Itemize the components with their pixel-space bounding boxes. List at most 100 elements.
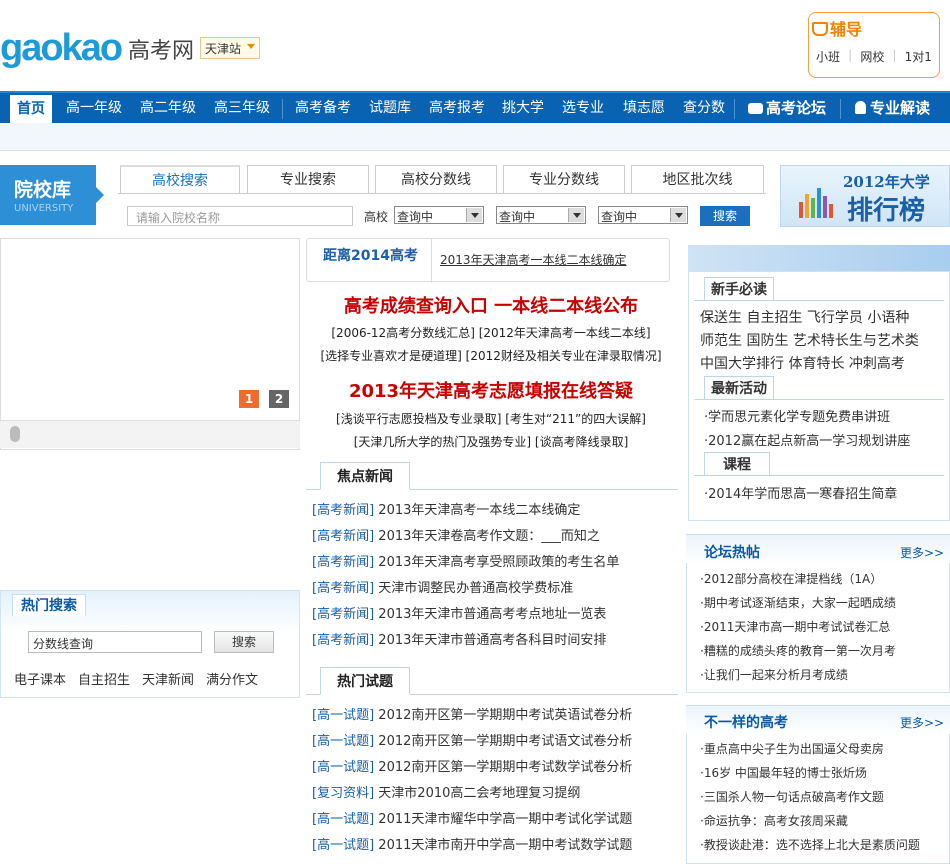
news-tag[interactable]: [高考新闻]	[312, 633, 374, 648]
exam-title[interactable]: 2011天津市耀华中学高一期中考试化学试题	[378, 812, 632, 827]
list-item[interactable]: [高考新闻] 2013年天津卷高考作文题：___而知之	[312, 524, 682, 550]
tutoring-link-small-class[interactable]: 小班	[816, 48, 840, 65]
nav-item-choose-school[interactable]: 挑大学	[502, 93, 544, 123]
news-title[interactable]: 2013年天津高考享受照顾政策的考生名单	[378, 555, 619, 570]
exam-tag[interactable]: [高一试题]	[312, 760, 374, 775]
newbie-links-row[interactable]: 保送生 自主招生 飞行学员 小语种	[700, 307, 909, 327]
list-item[interactable]: [高一试题] 2012南开区第一学期期中考试数学试卷分析	[312, 755, 682, 781]
tab-major-search[interactable]: 专业搜索	[247, 165, 369, 194]
headline-2-links[interactable]: [浅谈平行志愿投档及专业录取] [考生对“211”的四大误解]	[306, 410, 676, 427]
list-item[interactable]: ·期中考试逐渐结束，大家一起晒成绩	[700, 594, 896, 611]
school-name-input[interactable]: 请输入院校名称	[127, 206, 353, 226]
newbie-links-row[interactable]: 中国大学排行 体育特长 冲刺高考	[700, 353, 905, 373]
list-item[interactable]: ·三国杀人物一句话点破高考作文题	[700, 788, 884, 805]
different-more-link[interactable]: 更多>>	[900, 714, 944, 731]
headline-1[interactable]: 高考成绩查询入口 一本线二本线公布	[306, 292, 676, 318]
news-tag[interactable]: [高考新闻]	[312, 555, 374, 570]
hot-link-tianjin-news[interactable]: 天津新闻	[142, 669, 194, 688]
list-item[interactable]: ·2011天津市高一期中考试试卷汇总	[700, 618, 890, 635]
list-item[interactable]: [高一试题] 2011天津市南开中学高一期中考试数学试题	[312, 833, 682, 859]
news-title[interactable]: 天津市调整民办普通高校学费标准	[378, 581, 573, 596]
list-item[interactable]: [高考新闻] 2013年天津市普通高考各科目时间安排	[312, 628, 682, 654]
exam-tag[interactable]: [高一试题]	[312, 708, 374, 723]
exam-tag[interactable]: [高一试题]	[312, 812, 374, 827]
slider-page-2[interactable]: 2	[269, 390, 289, 408]
school-select-3[interactable]: 查询中	[598, 206, 688, 224]
nav-item-choose-major[interactable]: 选专业	[562, 93, 604, 123]
list-item[interactable]: [高考新闻] 天津市调整民办普通高校学费标准	[312, 576, 682, 602]
list-item[interactable]: [高考新闻] 2013年天津市普通高考考点地址一览表	[312, 602, 682, 628]
different-title[interactable]: 不一样的高考	[704, 712, 788, 732]
list-item[interactable]: ·2012赢在起点新高一学习规划讲座	[704, 430, 910, 449]
list-item[interactable]: ·糟糕的成绩头疼的教育一第一次月考	[700, 642, 896, 659]
news-tag[interactable]: [高考新闻]	[312, 503, 374, 518]
headline-1-links[interactable]: [选择专业喜欢才是硬道理] [2012财经及相关专业在津录取情况]	[306, 347, 676, 364]
list-item[interactable]: ·重点高中尖子生为出国逼父母卖房	[700, 740, 884, 757]
tutoring-link-online[interactable]: 网校	[860, 48, 884, 65]
exam-title[interactable]: 天津市2010高二会考地理复习提纲	[378, 786, 580, 801]
news-tag[interactable]: [高考新闻]	[312, 529, 374, 544]
list-item[interactable]: ·2012部分高校在津提档线（1A）	[700, 570, 882, 587]
list-item[interactable]: ·2014年学而思高一寒春招生简章	[704, 483, 897, 502]
exam-title[interactable]: 2011天津市南开中学高一期中考试数学试题	[378, 838, 632, 853]
exam-title[interactable]: 2012南开区第一学期期中考试语文试卷分析	[378, 734, 632, 749]
list-item[interactable]: [高一试题] 2011天津市耀华中学高一期中考试化学试题	[312, 807, 682, 833]
tab-region-batch[interactable]: 地区批次线	[631, 165, 764, 194]
nav-item-exams[interactable]: 试题库	[369, 93, 411, 123]
hot-link-essay[interactable]: 满分作文	[206, 669, 258, 688]
school-search-button[interactable]: 搜索	[700, 206, 750, 226]
site-logo-cn[interactable]: 高考网	[128, 33, 194, 65]
tab-major-score[interactable]: 专业分数线	[503, 165, 625, 194]
list-item[interactable]: ·命运抗争：高考女孩周采藏	[700, 812, 848, 829]
hot-link-textbook[interactable]: 电子课本	[14, 669, 66, 688]
school-select-1[interactable]: 查询中	[394, 206, 484, 224]
headline-1-links[interactable]: [2006-12高考分数线汇总] [2012年天津高考一本线二本线]	[306, 324, 676, 341]
focus-news-title[interactable]: 焦点新闻	[320, 462, 410, 490]
list-item[interactable]: [高一试题] 2012南开区第一学期期中考试语文试卷分析	[312, 729, 682, 755]
list-item[interactable]: ·让我们一起来分析月考成绩	[700, 666, 848, 683]
school-library-badge[interactable]: 院校库 UNIVERSITY	[0, 165, 104, 225]
ranking-banner[interactable]: 2012年大学 排行榜	[780, 165, 950, 227]
hot-link-admission[interactable]: 自主招生	[78, 669, 130, 688]
headline-2-links[interactable]: [天津几所大学的热门及强势专业] [谈高考降线录取]	[306, 433, 676, 450]
image-slider[interactable]	[0, 238, 300, 450]
list-item[interactable]: ·学而思元素化学专题免费串讲班	[704, 406, 890, 425]
list-item[interactable]: [复习资料] 天津市2010高二会考地理复习提纲	[312, 781, 682, 807]
hot-exams-title[interactable]: 热门试题	[320, 667, 410, 695]
site-logo[interactable]: gaokao	[0, 28, 123, 68]
nav-item-grade3[interactable]: 高三年级	[214, 93, 270, 123]
hot-search-input[interactable]: 分数线查询	[28, 631, 202, 653]
tutoring-link-one-on-one[interactable]: 1对1	[905, 48, 932, 65]
station-selector[interactable]: 天津站	[200, 37, 261, 59]
exam-title[interactable]: 2012南开区第一学期期中考试数学试卷分析	[378, 760, 632, 775]
forum-hot-title[interactable]: 论坛热帖	[704, 542, 760, 562]
school-select-2[interactable]: 查询中	[496, 206, 586, 224]
hot-search-button[interactable]: 搜索	[214, 631, 274, 653]
forum-more-link[interactable]: 更多>>	[900, 544, 944, 561]
list-item[interactable]: [高一试题] 2012南开区第一学期期中考试英语试卷分析	[312, 703, 682, 729]
news-title[interactable]: 2013年天津卷高考作文题：___而知之	[378, 529, 600, 544]
nav-home[interactable]: 首页	[10, 95, 52, 123]
list-item[interactable]: [高考新闻] 2013年天津高考一本线二本线确定	[312, 498, 682, 524]
tab-school-score[interactable]: 高校分数线	[375, 165, 497, 194]
news-tag[interactable]: [高考新闻]	[312, 581, 374, 596]
exam-tag[interactable]: [高一试题]	[312, 734, 374, 749]
list-item[interactable]: ·教授谈赴港：选不选择上北大是素质问题	[700, 836, 920, 853]
nav-forum[interactable]: 高考论坛	[748, 93, 826, 123]
list-item[interactable]: [高考新闻] 2013年天津高考享受照顾政策的考生名单	[312, 550, 682, 576]
tab-school-search[interactable]: 高校搜索	[120, 165, 240, 194]
exam-tag[interactable]: [高一试题]	[312, 838, 374, 853]
nav-item-volunteer[interactable]: 填志愿	[623, 93, 665, 123]
nav-expert[interactable]: 专业解读	[855, 93, 930, 123]
headline-2[interactable]: 2013年天津高考志愿填报在线答疑	[306, 377, 676, 403]
nav-item-apply[interactable]: 高考报考	[429, 93, 485, 123]
slider-page-1[interactable]: 1	[239, 390, 259, 408]
countdown-news-link[interactable]: 2013年天津高考一本线二本线确定	[440, 251, 627, 268]
nav-item-grade1[interactable]: 高一年级	[66, 93, 122, 123]
newbie-links-row[interactable]: 师范生 国防生 艺术特长生与艺术类	[700, 330, 919, 350]
nav-item-scores[interactable]: 查分数	[683, 93, 725, 123]
list-item[interactable]: ·16岁 中国最年轻的博士张炘炀	[700, 764, 867, 781]
news-title[interactable]: 2013年天津高考一本线二本线确定	[378, 503, 580, 518]
exam-tag[interactable]: [复习资料]	[312, 786, 374, 801]
nav-item-grade2[interactable]: 高二年级	[140, 93, 196, 123]
